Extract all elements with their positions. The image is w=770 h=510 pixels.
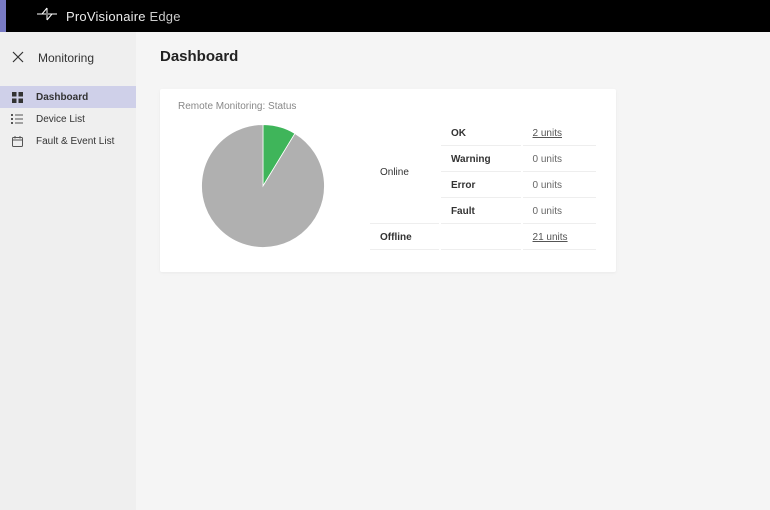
list-icon — [10, 112, 24, 126]
status-label-ok: OK — [441, 122, 521, 146]
nav-label: Dashboard — [36, 92, 88, 103]
calendar-icon — [10, 134, 24, 148]
nav-label: Device List — [36, 114, 85, 125]
brand-text: ProVisionaire Edge — [66, 9, 181, 24]
status-label-warning: Warning — [441, 148, 521, 172]
pie-chart — [178, 122, 348, 250]
topbar: ProVisionaire Edge — [0, 0, 770, 32]
sidebar: Monitoring Dashboard Device List Fault &… — [0, 32, 136, 510]
status-table: Online OK 2 units Warning 0 units Error … — [368, 120, 598, 252]
sidebar-section-title: Monitoring — [38, 51, 94, 65]
offline-group-label: Offline — [370, 226, 439, 250]
close-icon[interactable] — [12, 50, 24, 66]
online-group-label: Online — [370, 122, 439, 224]
logo-icon — [36, 7, 58, 26]
status-value-warning: 0 units — [523, 148, 596, 172]
grid-icon — [10, 90, 24, 104]
nav-item-device-list[interactable]: Device List — [0, 108, 136, 130]
status-value-ok[interactable]: 2 units — [523, 122, 596, 146]
status-value-fault: 0 units — [523, 200, 596, 224]
main-content: Dashboard Remote Monitoring: Status Onli… — [136, 32, 770, 510]
status-value-error: 0 units — [523, 174, 596, 198]
nav-item-dashboard[interactable]: Dashboard — [0, 86, 136, 108]
sidebar-nav: Dashboard Device List Fault & Event List — [0, 86, 136, 152]
nav-label: Fault & Event List — [36, 136, 114, 147]
status-value-offline[interactable]: 21 units — [523, 226, 596, 250]
sidebar-header: Monitoring — [0, 32, 136, 84]
card-title: Remote Monitoring: Status — [178, 101, 598, 112]
topbar-main: ProVisionaire Edge — [6, 0, 770, 32]
status-card: Remote Monitoring: Status Online OK 2 un… — [160, 89, 616, 272]
status-label-error: Error — [441, 174, 521, 198]
page-title: Dashboard — [160, 48, 746, 65]
status-label-fault: Fault — [441, 200, 521, 224]
nav-item-fault-event[interactable]: Fault & Event List — [0, 130, 136, 152]
